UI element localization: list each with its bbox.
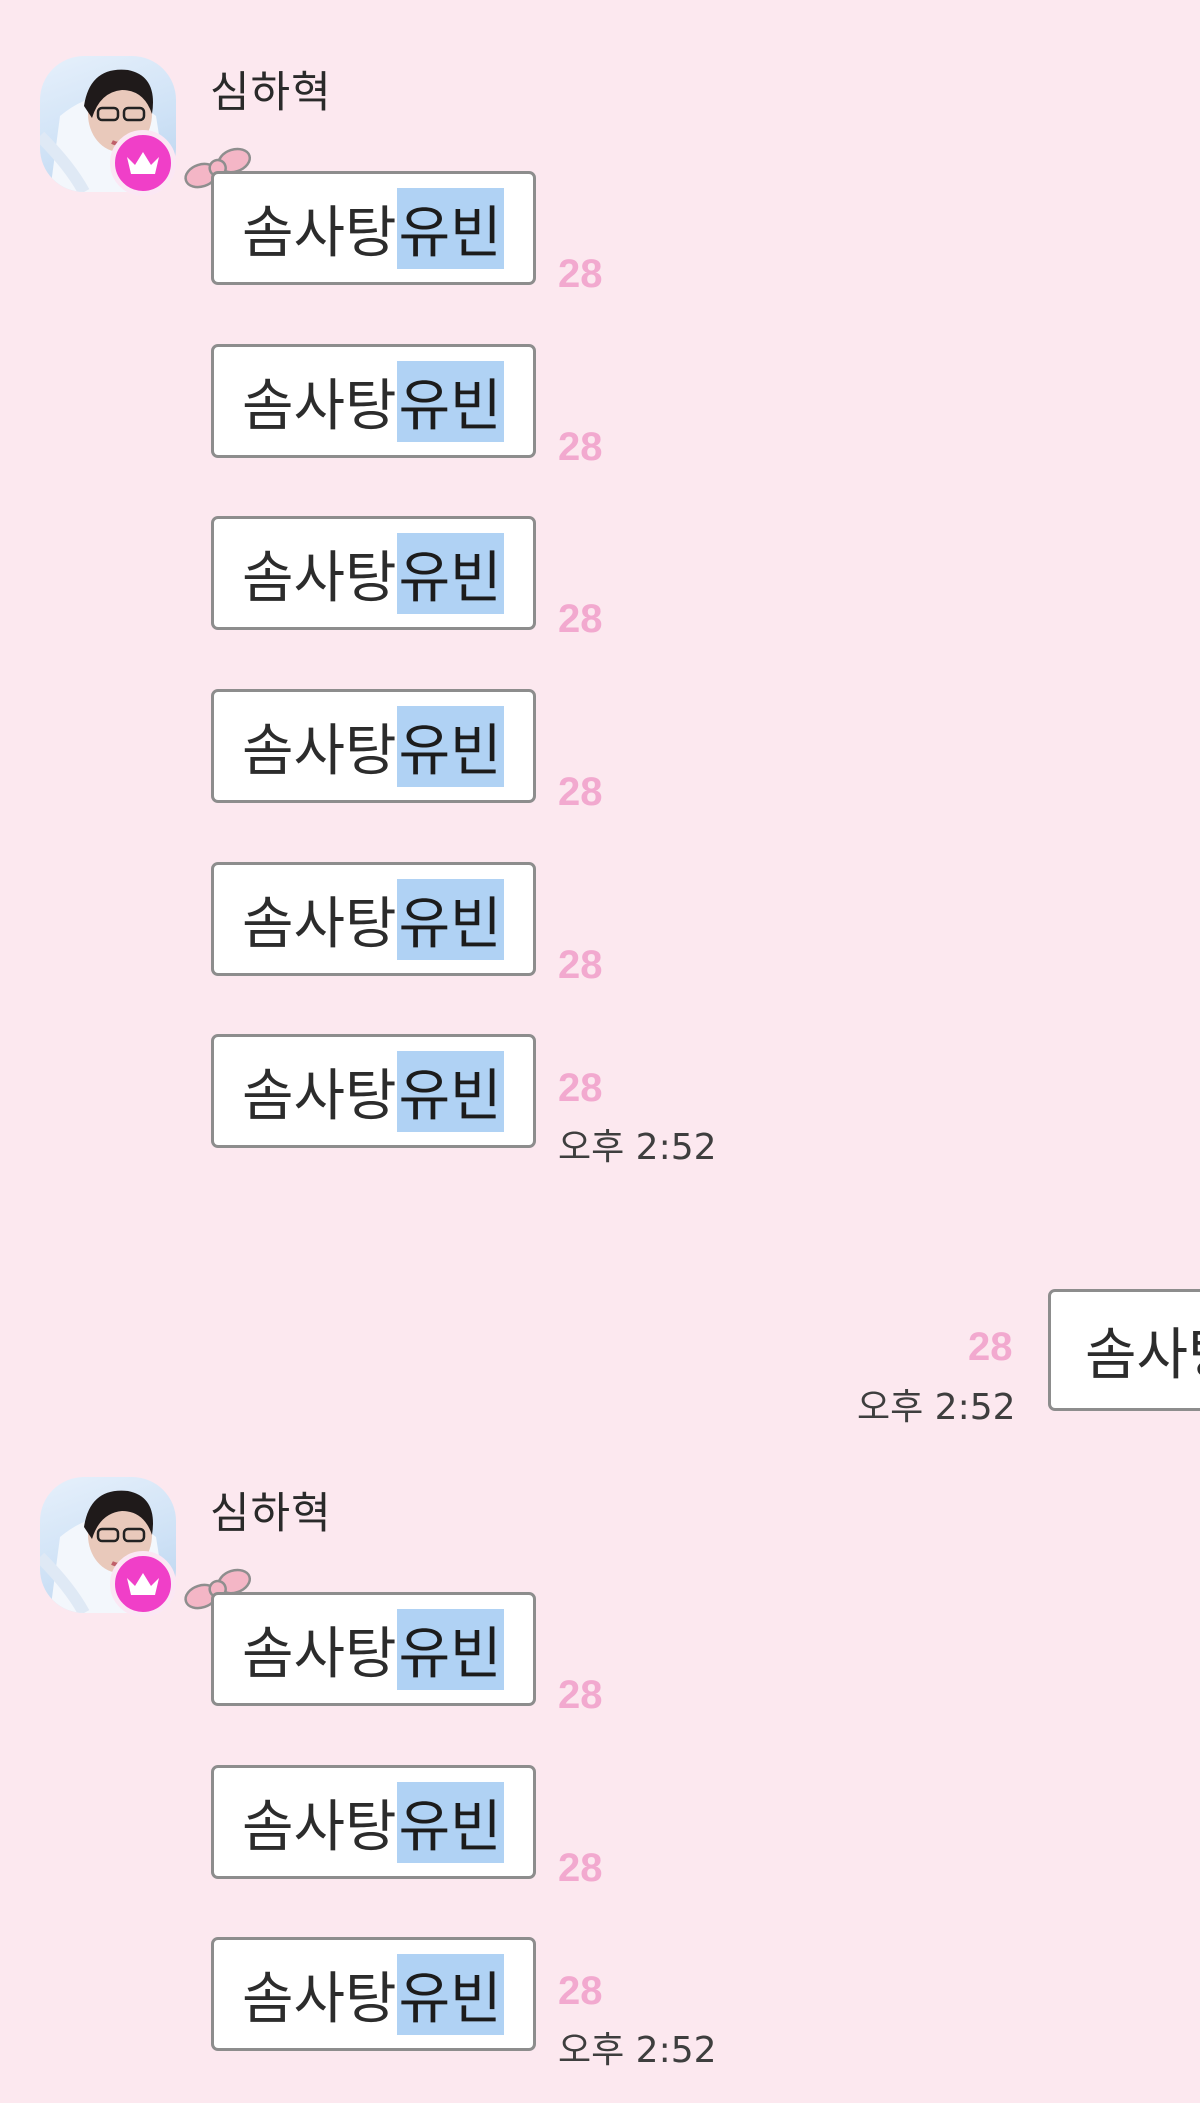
unread-count: 28 (558, 597, 603, 641)
highlighted-text: 유빈 (396, 532, 504, 614)
message-bubble[interactable]: 솜사탕 유빈 (211, 516, 536, 630)
unread-count: 28 (558, 770, 603, 814)
message-text: 솜사탕 (242, 200, 397, 266)
unread-count: 28 (558, 1673, 603, 1717)
unread-count: 28 (558, 425, 603, 469)
unread-count: 28 (558, 1846, 603, 1890)
message-bubble[interactable]: 솜사탕 유빈 (211, 689, 536, 803)
highlighted-text: 유빈 (396, 878, 504, 960)
owner-crown-badge (110, 130, 176, 196)
message-time: 오후 2:52 (558, 1127, 717, 1168)
message-text: 솜사탕 (242, 373, 397, 439)
highlighted-text: 유빈 (396, 705, 504, 787)
message-text: 솜사탕 (242, 1063, 397, 1129)
message-bubble[interactable]: 솜사탕 유빈 (211, 171, 536, 285)
my-message-bubble[interactable]: 솜사탕 (1048, 1289, 1200, 1411)
message-bubble[interactable]: 솜사탕 유빈 (211, 1937, 536, 2051)
message-bubble[interactable]: 솜사탕 유빈 (211, 344, 536, 458)
message-text: 솜사탕 (242, 718, 397, 784)
unread-count: 28 (558, 252, 603, 296)
sender-name: 심하혁 (210, 68, 332, 118)
highlighted-text: 유빈 (396, 187, 504, 269)
message-time: 오후 2:52 (857, 1387, 1016, 1428)
unread-count: 28 (558, 943, 603, 987)
unread-count: 28 (558, 1066, 603, 1110)
message-text: 솜사탕 (242, 891, 397, 957)
message-bubble[interactable]: 솜사탕 유빈 (211, 1592, 536, 1706)
message-bubble[interactable]: 솜사탕 유빈 (211, 862, 536, 976)
message-text: 솜사탕 (242, 1794, 397, 1860)
highlighted-text: 유빈 (396, 1608, 504, 1690)
highlighted-text: 유빈 (396, 1050, 504, 1132)
highlighted-text: 유빈 (396, 360, 504, 442)
unread-count: 28 (968, 1325, 1013, 1369)
message-text: 솜사탕 (242, 1966, 397, 2032)
message-text: 솜사탕 (1085, 1322, 1200, 1388)
message-text: 솜사탕 (242, 545, 397, 611)
highlighted-text: 유빈 (396, 1781, 504, 1863)
crown-icon (127, 152, 159, 174)
message-time: 오후 2:52 (558, 2030, 717, 2071)
crown-icon (127, 1573, 159, 1595)
chat-room: 심하혁 솜사탕 유빈 28 솜사탕 유빈 28 솜사탕 유빈 28 솜사탕 유빈 28 … (0, 0, 1200, 2103)
message-bubble[interactable]: 솜사탕 유빈 (211, 1034, 536, 1148)
message-bubble[interactable]: 솜사탕 유빈 (211, 1765, 536, 1879)
sender-name: 심하혁 (210, 1489, 332, 1539)
highlighted-text: 유빈 (396, 1953, 504, 2035)
owner-crown-badge (110, 1551, 176, 1617)
unread-count: 28 (558, 1969, 603, 2013)
message-text: 솜사탕 (242, 1621, 397, 1687)
